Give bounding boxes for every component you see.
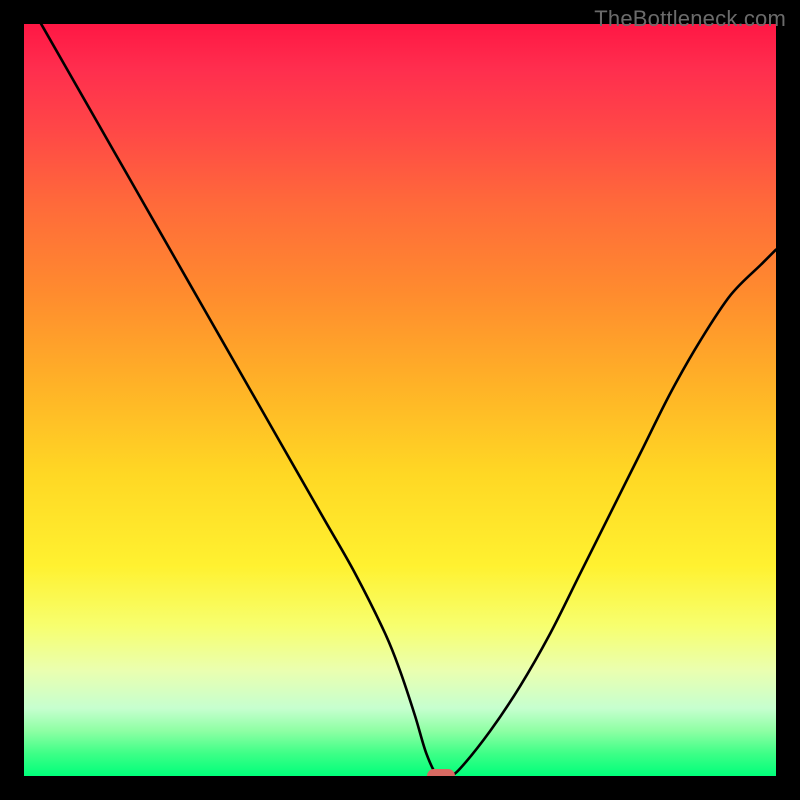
- plot-area: [24, 24, 776, 776]
- chart-frame: TheBottleneck.com: [0, 0, 800, 800]
- bottleneck-curve: [24, 24, 776, 776]
- optimal-marker: [427, 769, 455, 776]
- watermark-text: TheBottleneck.com: [594, 6, 786, 32]
